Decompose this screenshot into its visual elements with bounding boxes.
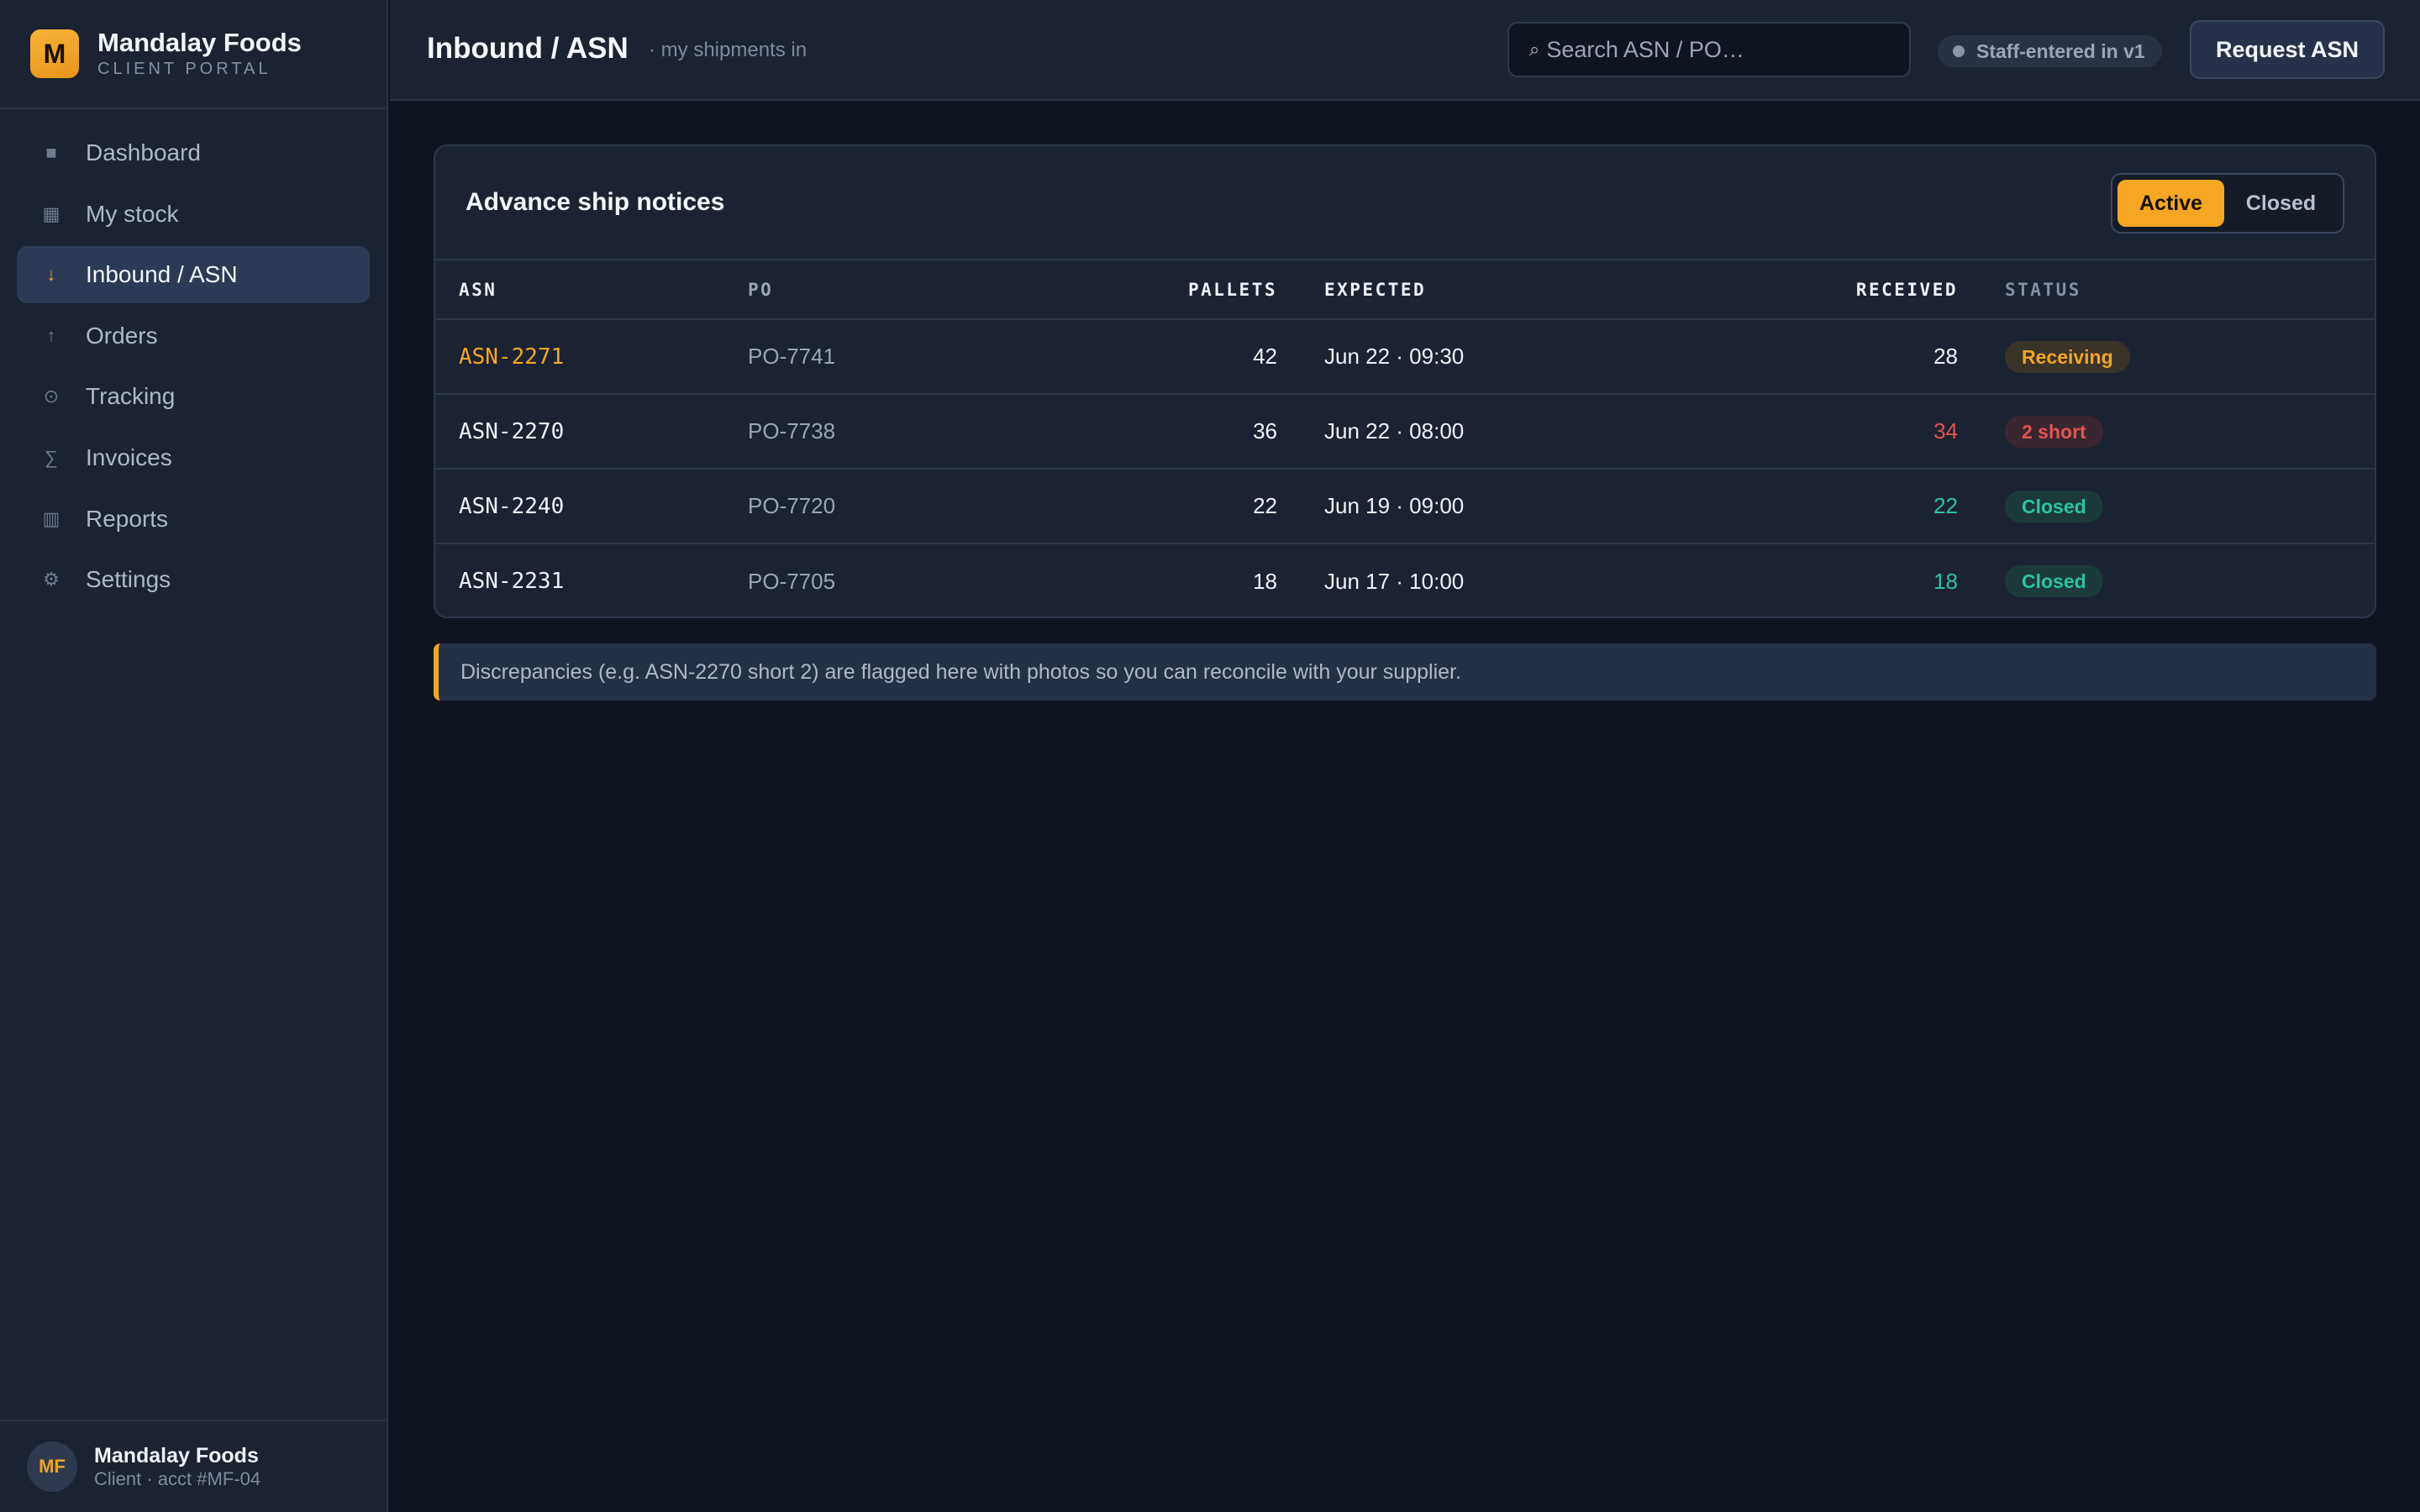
sidebar-item-label: Settings: [86, 566, 171, 593]
staff-entered-label: Staff-entered in v1: [1976, 39, 2145, 62]
column-header-received[interactable]: RECEIVED: [1815, 260, 1958, 320]
sidebar-item-label: Tracking: [86, 383, 176, 410]
asn-card: Advance ship notices Active Closed ASN P…: [434, 144, 2376, 618]
table-header-row: ASN PO PALLETS EXPECTED RECEIVED STATUS: [435, 260, 2375, 320]
sidebar-item-settings[interactable]: ⚙ Settings: [17, 551, 370, 608]
sidebar-item-label: Inbound / ASN: [86, 261, 238, 288]
status-cell: Receiving: [1958, 319, 2375, 395]
filter-closed-button[interactable]: Closed: [2224, 180, 2338, 227]
user-name: Mandalay Foods: [94, 1444, 259, 1467]
filter-toggle: Active Closed: [2111, 173, 2344, 234]
sidebar-item-label: My stock: [86, 200, 179, 227]
sidebar-item-my-stock[interactable]: ▦ My stock: [17, 186, 370, 243]
brand-subtitle: CLIENT PORTAL: [97, 60, 271, 78]
table-row[interactable]: ASN-2270 PO-7738 36 Jun 22 · 08:00 34 2 …: [435, 394, 2375, 470]
dashboard-icon: ■: [45, 142, 57, 163]
status-cell: Closed: [1958, 469, 2375, 544]
sidebar-item-label: Reports: [86, 505, 169, 532]
brand-logo: M: [30, 29, 79, 78]
column-header-status[interactable]: STATUS: [1958, 260, 2375, 320]
sidebar-item-label: Invoices: [86, 444, 172, 470]
expected-cell: Jun 19 · 09:00: [1277, 469, 1815, 544]
avatar: MF: [27, 1441, 77, 1492]
brand-text: Mandalay Foods CLIENT PORTAL: [97, 29, 302, 79]
received-cell: 22: [1815, 469, 1958, 544]
column-header-po[interactable]: PO: [748, 260, 1084, 320]
arrow-up-icon: ↑: [46, 324, 56, 346]
top-header: Inbound / ASN · my shipments in ⌕ Staff-…: [390, 0, 2420, 101]
table-row[interactable]: ASN-2240 PO-7720 22 Jun 19 · 09:00 22 Cl…: [435, 469, 2375, 544]
arrow-down-icon: ↓: [46, 264, 56, 286]
status-dot-icon: [1953, 45, 1965, 57]
page-title: Inbound / ASN: [427, 32, 629, 65]
gear-icon: ⚙: [43, 569, 60, 591]
user-profile[interactable]: MF Mandalay Foods Client · acct #MF-04: [0, 1420, 387, 1512]
pallets-cell: 18: [1253, 568, 1277, 594]
column-header-pallets[interactable]: PALLETS: [1084, 260, 1277, 320]
received-cell: 28: [1815, 319, 1958, 395]
sidebar-item-inbound[interactable]: ↓ Inbound / ASN: [17, 246, 370, 304]
sigma-icon: ∑: [45, 446, 58, 468]
reports-icon: ▥: [42, 507, 60, 529]
table-row[interactable]: ASN-2231 PO-7705 18 Jun 17 · 10:00 18 Cl…: [435, 543, 2375, 617]
search-box[interactable]: ⌕: [1507, 22, 1911, 77]
received-cell: 18: [1933, 568, 1958, 594]
user-account: Client · acct #MF-04: [94, 1468, 261, 1489]
asn-table: ASN PO PALLETS EXPECTED RECEIVED STATUS …: [435, 260, 2375, 617]
brand-name: Mandalay Foods: [97, 28, 302, 57]
filter-active-button[interactable]: Active: [2118, 180, 2225, 227]
pallets-cell: 42: [1084, 319, 1277, 395]
sidebar-item-label: Dashboard: [86, 139, 201, 165]
user-text: Mandalay Foods Client · acct #MF-04: [94, 1443, 260, 1490]
asn-cell[interactable]: ASN-2231: [435, 543, 748, 617]
sidebar-item-reports[interactable]: ▥ Reports: [17, 491, 370, 548]
expected-cell: Jun 22 · 09:30: [1277, 319, 1815, 395]
brand: M Mandalay Foods CLIENT PORTAL: [0, 0, 387, 109]
expected-cell: Jun 22 · 08:00: [1277, 394, 1815, 470]
search-input[interactable]: [1546, 36, 1883, 63]
column-header-asn[interactable]: ASN: [435, 260, 748, 320]
target-icon: ⊙: [43, 386, 60, 407]
sidebar-item-label: Orders: [86, 322, 158, 349]
request-asn-button[interactable]: Request ASN: [2190, 20, 2385, 79]
stock-icon: ▦: [42, 202, 60, 224]
status-badge: Closed: [2005, 565, 2103, 597]
card-header: Advance ship notices Active Closed: [435, 146, 2375, 260]
sidebar: M Mandalay Foods CLIENT PORTAL ■ Dashboa…: [0, 0, 388, 1512]
status-cell: 2 short: [1958, 394, 2375, 470]
asn-cell[interactable]: ASN-2270: [435, 394, 748, 470]
page-subtitle: · my shipments in: [649, 39, 808, 61]
card-title: Advance ship notices: [466, 188, 725, 216]
staff-entered-badge: Staff-entered in v1: [1938, 35, 2162, 67]
search-icon: ⌕: [1529, 39, 1540, 60]
po-cell: PO-7738: [748, 394, 1084, 470]
asn-cell[interactable]: ASN-2240: [435, 469, 748, 544]
po-cell: PO-7705: [748, 568, 836, 594]
asn-link[interactable]: ASN-2271: [435, 319, 748, 395]
sidebar-item-orders[interactable]: ↑ Orders: [17, 307, 370, 365]
received-cell: 34: [1815, 394, 1958, 470]
column-header-expected[interactable]: EXPECTED: [1277, 260, 1815, 320]
po-cell: PO-7741: [748, 319, 1084, 395]
status-cell: Closed: [1958, 543, 2375, 617]
sidebar-nav: ■ Dashboard ▦ My stock ↓ Inbound / ASN ↑…: [0, 109, 387, 608]
sidebar-item-tracking[interactable]: ⊙ Tracking: [17, 368, 370, 425]
status-badge: Receiving: [2005, 340, 2130, 373]
expected-cell: Jun 17 · 10:00: [1324, 568, 1465, 594]
po-cell: PO-7720: [748, 469, 1084, 544]
status-badge: 2 short: [2005, 415, 2103, 448]
sidebar-item-dashboard[interactable]: ■ Dashboard: [17, 124, 370, 181]
sidebar-item-invoices[interactable]: ∑ Invoices: [17, 429, 370, 486]
status-badge: Closed: [2005, 490, 2103, 522]
pallets-cell: 22: [1084, 469, 1277, 544]
pallets-cell: 36: [1084, 394, 1277, 470]
table-row[interactable]: ASN-2271 PO-7741 42 Jun 22 · 09:30 28 Re…: [435, 319, 2375, 395]
discrepancy-note: Discrepancies (e.g. ASN-2270 short 2) ar…: [434, 643, 2376, 701]
